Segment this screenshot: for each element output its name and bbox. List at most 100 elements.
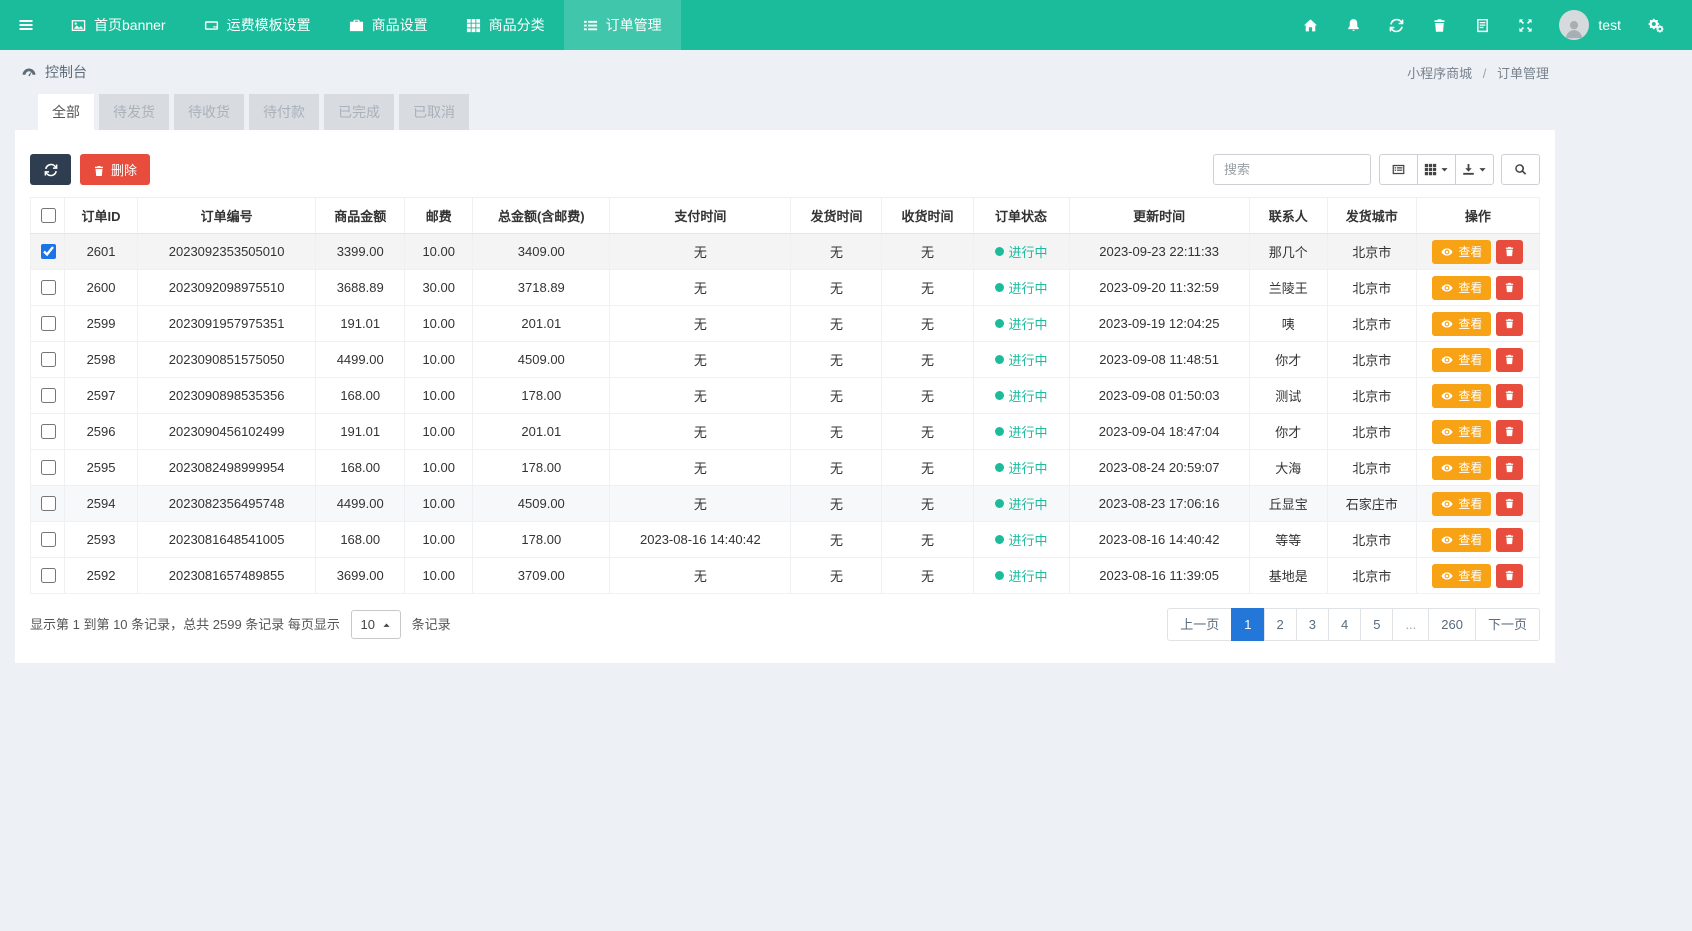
eye-icon xyxy=(1441,462,1453,474)
cell-city: 北京市 xyxy=(1327,342,1416,378)
eye-icon xyxy=(1441,570,1453,582)
cell-receive_time: 无 xyxy=(882,486,973,522)
page-item[interactable]: 下一页 xyxy=(1475,608,1540,641)
home-icon xyxy=(1303,18,1318,33)
filter-tab[interactable]: 已完成 xyxy=(324,94,394,130)
page-item[interactable]: 2 xyxy=(1264,608,1297,641)
page-item[interactable]: ... xyxy=(1392,608,1429,641)
log-button[interactable] xyxy=(1461,0,1504,50)
cell-contact: 你才 xyxy=(1249,342,1327,378)
refresh-button[interactable] xyxy=(1375,0,1418,50)
nav-item[interactable]: 首页banner xyxy=(52,0,185,50)
nav-item[interactable]: 订单管理 xyxy=(564,0,681,50)
row-delete-button[interactable] xyxy=(1496,312,1523,336)
breadcrumb-bar: 控制台 小程序商城 / 订单管理 xyxy=(15,50,1555,94)
cell-receive_time: 无 xyxy=(882,558,973,594)
nav-item[interactable]: 商品设置 xyxy=(330,0,447,50)
row-checkbox[interactable] xyxy=(41,352,56,367)
cell-contact: 测试 xyxy=(1249,378,1327,414)
delete-button[interactable]: 删除 xyxy=(80,154,150,185)
view-button[interactable]: 查看 xyxy=(1432,276,1491,300)
search-input[interactable] xyxy=(1213,154,1371,185)
cell-amount: 168.00 xyxy=(316,378,405,414)
cell-city: 北京市 xyxy=(1327,306,1416,342)
view-button-label: 查看 xyxy=(1458,531,1482,548)
page-size-dropdown[interactable]: 10 xyxy=(351,610,401,639)
page-item[interactable]: 5 xyxy=(1360,608,1393,641)
filter-tab[interactable]: 待付款 xyxy=(249,94,319,130)
view-button[interactable]: 查看 xyxy=(1432,240,1491,264)
filter-tab[interactable]: 待收货 xyxy=(174,94,244,130)
row-checkbox[interactable] xyxy=(41,244,56,259)
detail-view-button[interactable] xyxy=(1379,154,1418,185)
cell-update_time: 2023-08-16 11:39:05 xyxy=(1069,558,1249,594)
nav-item[interactable]: 商品分类 xyxy=(447,0,564,50)
row-checkbox[interactable] xyxy=(41,388,56,403)
view-button[interactable]: 查看 xyxy=(1432,564,1491,588)
row-delete-button[interactable] xyxy=(1496,276,1523,300)
page-item[interactable]: 1 xyxy=(1231,608,1264,641)
bell-button[interactable] xyxy=(1332,0,1375,50)
trash-button[interactable] xyxy=(1418,0,1461,50)
export-button[interactable] xyxy=(1455,154,1494,185)
page-item[interactable]: 3 xyxy=(1296,608,1329,641)
row-delete-button[interactable] xyxy=(1496,564,1523,588)
view-button[interactable]: 查看 xyxy=(1432,420,1491,444)
table-header-row: 订单ID订单编号商品金额邮费总金额(含邮费)支付时间发货时间收货时间订单状态更新… xyxy=(31,198,1540,234)
filter-tab[interactable]: 全部 xyxy=(38,94,94,130)
row-delete-button[interactable] xyxy=(1496,456,1523,480)
cell-update_time: 2023-09-08 11:48:51 xyxy=(1069,342,1249,378)
view-button[interactable]: 查看 xyxy=(1432,492,1491,516)
row-checkbox[interactable] xyxy=(41,280,56,295)
row-checkbox[interactable] xyxy=(41,460,56,475)
page-item[interactable]: 上一页 xyxy=(1167,608,1232,641)
row-checkbox[interactable] xyxy=(41,424,56,439)
column-header: 订单编号 xyxy=(138,198,316,234)
filter-tab[interactable]: 已取消 xyxy=(399,94,469,130)
view-button-label: 查看 xyxy=(1458,351,1482,368)
row-delete-button[interactable] xyxy=(1496,492,1523,516)
app-window: 首页banner运费模板设置 商品设置商品分类订单管理 test 控制台 小程序商… xyxy=(0,0,1692,931)
cell-pay_time: 无 xyxy=(610,450,791,486)
row-delete-button[interactable] xyxy=(1496,420,1523,444)
nav-item-label: 商品设置 xyxy=(372,15,428,35)
row-delete-button[interactable] xyxy=(1496,384,1523,408)
page-item[interactable]: 260 xyxy=(1428,608,1476,641)
row-delete-button[interactable] xyxy=(1496,348,1523,372)
status-dot-icon xyxy=(995,571,1004,580)
cell-amount: 3399.00 xyxy=(316,234,405,270)
row-checkbox[interactable] xyxy=(41,568,56,583)
row-checkbox[interactable] xyxy=(41,532,56,547)
column-header: 订单状态 xyxy=(973,198,1069,234)
columns-button[interactable] xyxy=(1417,154,1456,185)
orders-panel: 删除 订单ID订单编号商品金额邮费总金额(含邮费)支付时间发货时间收货时间订单状… xyxy=(15,130,1555,663)
home-button[interactable] xyxy=(1289,0,1332,50)
menu-toggle-button[interactable] xyxy=(0,0,52,50)
nav-item[interactable]: 运费模板设置 xyxy=(185,0,330,50)
view-button[interactable]: 查看 xyxy=(1432,384,1491,408)
row-checkbox[interactable] xyxy=(41,316,56,331)
cell-ship_time: 无 xyxy=(791,306,882,342)
view-button[interactable]: 查看 xyxy=(1432,348,1491,372)
status-label: 进行中 xyxy=(1009,350,1048,369)
user-menu[interactable]: test xyxy=(1547,10,1633,40)
search-button[interactable] xyxy=(1501,154,1540,185)
cell-amount: 3688.89 xyxy=(316,270,405,306)
row-delete-button[interactable] xyxy=(1496,240,1523,264)
select-all-checkbox[interactable] xyxy=(41,208,56,223)
cell-contact: 大海 xyxy=(1249,450,1327,486)
row-delete-button[interactable] xyxy=(1496,528,1523,552)
view-button[interactable]: 查看 xyxy=(1432,312,1491,336)
row-checkbox[interactable] xyxy=(41,496,56,511)
bell-icon xyxy=(1346,18,1361,33)
breadcrumb-app[interactable]: 小程序商城 xyxy=(1407,66,1472,81)
cell-id: 2595 xyxy=(65,450,138,486)
filter-tab[interactable]: 待发货 xyxy=(99,94,169,130)
settings-button[interactable] xyxy=(1633,0,1678,50)
eye-icon xyxy=(1441,498,1453,510)
refresh-button[interactable] xyxy=(30,154,71,185)
view-button[interactable]: 查看 xyxy=(1432,456,1491,480)
fullscreen-button[interactable] xyxy=(1504,0,1547,50)
page-item[interactable]: 4 xyxy=(1328,608,1361,641)
view-button[interactable]: 查看 xyxy=(1432,528,1491,552)
